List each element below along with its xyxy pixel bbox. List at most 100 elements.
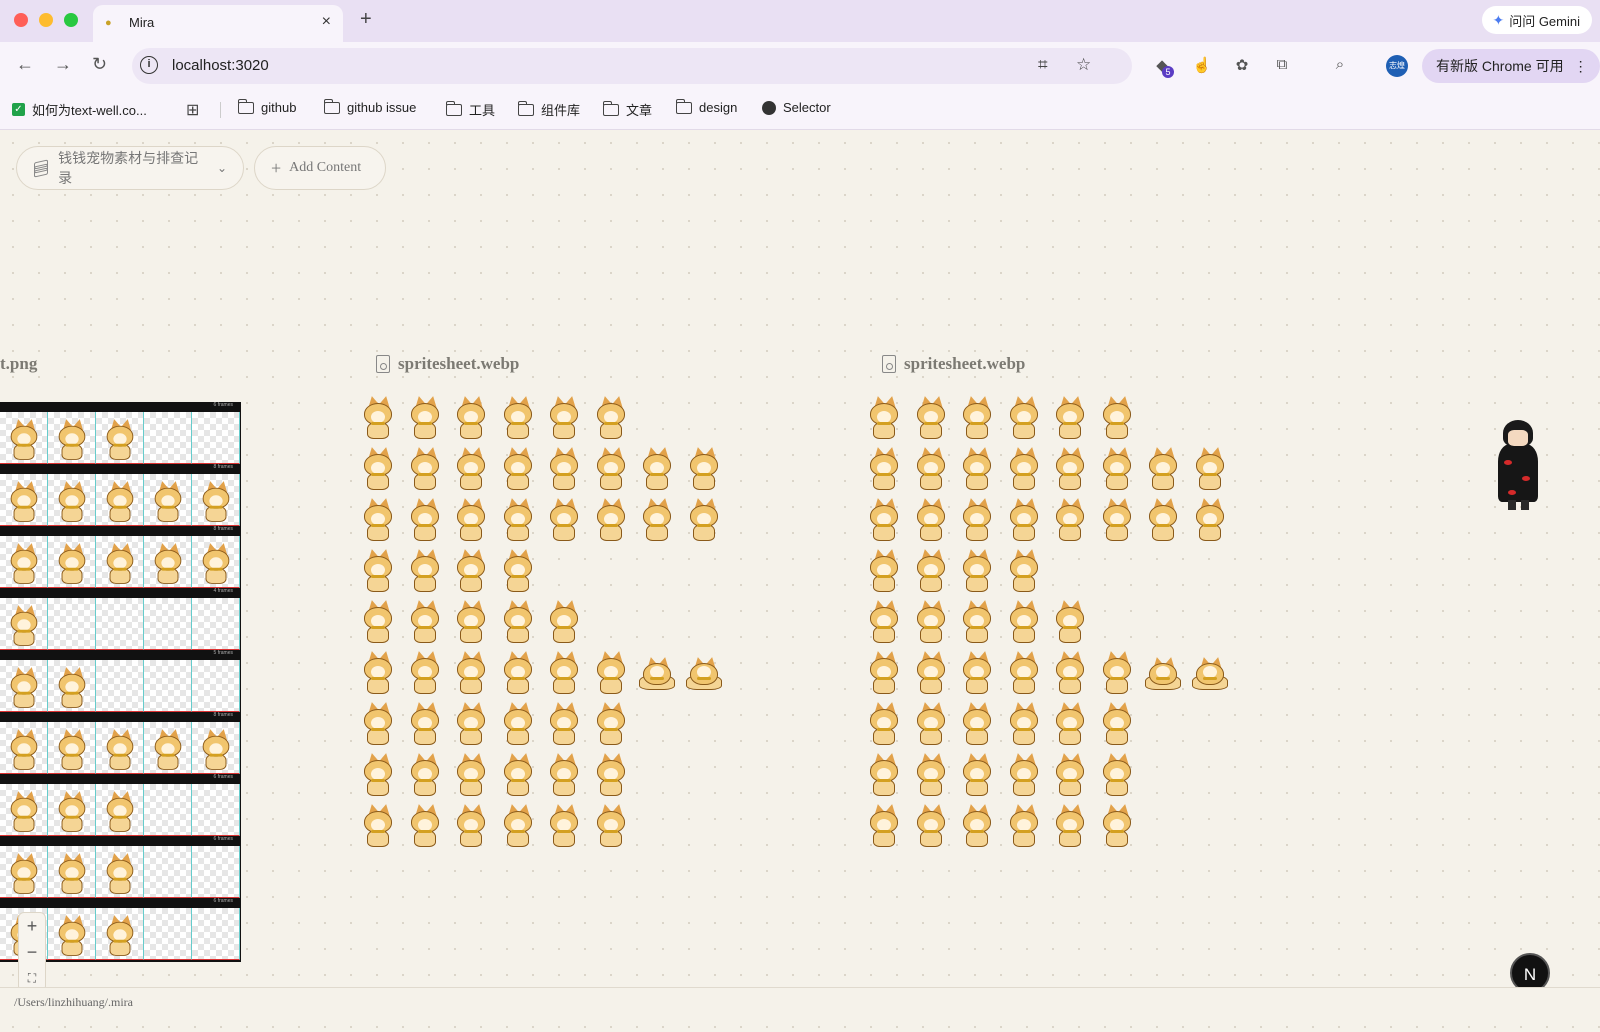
spritesheet-card-middle[interactable] bbox=[364, 394, 764, 854]
bookmark-label: Selector bbox=[783, 100, 831, 115]
profile-avatar[interactable]: 志煌 bbox=[1386, 55, 1408, 77]
corgi-frame bbox=[1004, 547, 1044, 593]
update-chrome-button[interactable]: 有新版 Chrome 可用 ⋮ bbox=[1422, 49, 1600, 83]
corgi-frame bbox=[405, 802, 445, 848]
add-content-button[interactable]: + Add Content bbox=[254, 146, 386, 190]
close-window-button[interactable] bbox=[14, 13, 28, 27]
project-selector[interactable]: 钱钱宠物素材与排查记录 ⌄ bbox=[16, 146, 244, 190]
cast-search-icon[interactable]: ⌕ bbox=[1330, 56, 1350, 76]
translate-icon[interactable]: ⌗ bbox=[1038, 55, 1048, 75]
cloud-mark bbox=[1504, 460, 1512, 465]
corgi-frame bbox=[405, 394, 445, 440]
extension-hand-icon[interactable]: ☝ bbox=[1192, 56, 1212, 76]
spritesheet-card-right[interactable] bbox=[870, 394, 1270, 854]
url-text[interactable]: localhost:3020 bbox=[172, 57, 269, 74]
corgi-frame bbox=[5, 665, 43, 709]
png-frame-cell bbox=[48, 474, 96, 526]
file-name: spritesheet.webp bbox=[904, 354, 1026, 373]
site-info-icon[interactable]: i bbox=[140, 56, 158, 74]
corgi-frame bbox=[5, 851, 43, 895]
corgi-frame bbox=[911, 802, 951, 848]
extension-badge-icon[interactable]: ◆ 5 bbox=[1152, 56, 1174, 78]
more-menu-icon[interactable]: ⋮ bbox=[1574, 58, 1588, 75]
corgi-frame bbox=[1143, 649, 1183, 695]
corgi-frame bbox=[864, 496, 904, 542]
png-frame-cell bbox=[0, 412, 48, 464]
back-arrow-icon[interactable]: ← bbox=[16, 54, 34, 75]
corgi-frame bbox=[358, 802, 398, 848]
minimize-window-button[interactable] bbox=[39, 13, 53, 27]
corgi-frame bbox=[957, 751, 997, 797]
corgi-frame bbox=[1004, 394, 1044, 440]
folder-icon bbox=[237, 98, 254, 114]
board-canvas[interactable]: 钱钱宠物素材与排查记录 ⌄ + Add Content t.png sprite… bbox=[0, 130, 1600, 1032]
corgi-frame bbox=[197, 479, 235, 523]
corgi-frame bbox=[957, 496, 997, 542]
png-frame-cell bbox=[192, 846, 240, 898]
zoom-out-button[interactable]: − bbox=[19, 939, 45, 965]
folder-icon bbox=[602, 100, 619, 116]
corgi-frame bbox=[53, 727, 91, 771]
reload-icon[interactable]: ↻ bbox=[92, 54, 107, 75]
png-frame-cell bbox=[48, 722, 96, 774]
file-label-webp-middle[interactable]: spritesheet.webp bbox=[376, 354, 519, 374]
gemini-button[interactable]: ✦ 问问 Gemini bbox=[1482, 6, 1592, 34]
png-frame-cell bbox=[48, 598, 96, 650]
corgi-frame bbox=[1004, 496, 1044, 542]
corgi-frame bbox=[864, 445, 904, 491]
file-label-png[interactable]: t.png bbox=[0, 354, 37, 374]
corgi-frame bbox=[358, 547, 398, 593]
bookmark-github[interactable]: github bbox=[237, 98, 296, 115]
address-bar[interactable]: i localhost:3020 ⌗ ☆ bbox=[132, 48, 1132, 84]
itachi-character-sprite[interactable] bbox=[1494, 420, 1542, 512]
corgi-frame bbox=[498, 700, 538, 746]
bookmark-selector[interactable]: Selector bbox=[762, 100, 831, 115]
corgi-frame bbox=[358, 496, 398, 542]
new-tab-button[interactable]: + bbox=[360, 8, 372, 31]
corgi-frame bbox=[451, 802, 491, 848]
corgi-frame bbox=[864, 598, 904, 644]
bookmark-github-issue[interactable]: github issue bbox=[323, 98, 416, 115]
corgi-frame bbox=[1097, 394, 1137, 440]
bookmark-articles[interactable]: 文章 bbox=[602, 100, 653, 119]
bookmark-label: design bbox=[699, 100, 738, 115]
png-row-header: 4 frames bbox=[0, 588, 241, 598]
corgi-frame bbox=[5, 789, 43, 833]
corgi-frame bbox=[405, 547, 445, 593]
leg bbox=[1521, 500, 1529, 510]
forward-arrow-icon[interactable]: → bbox=[54, 54, 72, 75]
corgi-frame bbox=[911, 751, 951, 797]
png-frame-cell bbox=[144, 536, 192, 588]
file-name: t.png bbox=[0, 354, 38, 373]
corgi-frame bbox=[405, 496, 445, 542]
png-frame-cell bbox=[192, 598, 240, 650]
extension-leaf-icon[interactable]: ✿ bbox=[1232, 56, 1252, 76]
png-frame-cell bbox=[192, 536, 240, 588]
maximize-window-button[interactable] bbox=[64, 13, 78, 27]
bookmark-star-icon[interactable]: ☆ bbox=[1076, 55, 1091, 75]
close-tab-icon[interactable]: × bbox=[322, 13, 331, 31]
plus-icon: + bbox=[271, 157, 282, 178]
corgi-frame bbox=[591, 802, 631, 848]
tab-mira[interactable]: ● Mira × bbox=[93, 5, 343, 42]
apps-grid-icon[interactable]: ⊞ bbox=[186, 100, 199, 120]
extensions-puzzle-icon[interactable]: ⧉ bbox=[1272, 56, 1292, 76]
png-frame-cell bbox=[144, 660, 192, 712]
bookmark-label: 工具 bbox=[469, 103, 496, 118]
bookmark-tools[interactable]: 工具 bbox=[445, 100, 496, 119]
file-label-webp-right[interactable]: spritesheet.webp bbox=[882, 354, 1025, 374]
corgi-frame bbox=[911, 598, 951, 644]
corgi-frame bbox=[1050, 649, 1090, 695]
png-spritesheet-card[interactable]: 6 frames 8 frames 8 frames 4 frames 5 frames… bbox=[0, 402, 241, 962]
bookmark-text-well[interactable]: ✓ 如何为text-well.co... bbox=[12, 100, 147, 119]
corgi-frame bbox=[544, 496, 584, 542]
zoom-in-button[interactable]: + bbox=[19, 913, 45, 939]
png-row-header: 8 frames bbox=[0, 526, 241, 536]
bookmark-label: 文章 bbox=[626, 103, 653, 118]
corgi-frame bbox=[53, 851, 91, 895]
bookmark-components[interactable]: 组件库 bbox=[517, 100, 580, 119]
png-frame-cell bbox=[96, 474, 144, 526]
bookmark-design[interactable]: design bbox=[675, 98, 738, 115]
corgi-frame bbox=[5, 727, 43, 771]
gemini-sparkle-icon: ✦ bbox=[1492, 11, 1505, 28]
